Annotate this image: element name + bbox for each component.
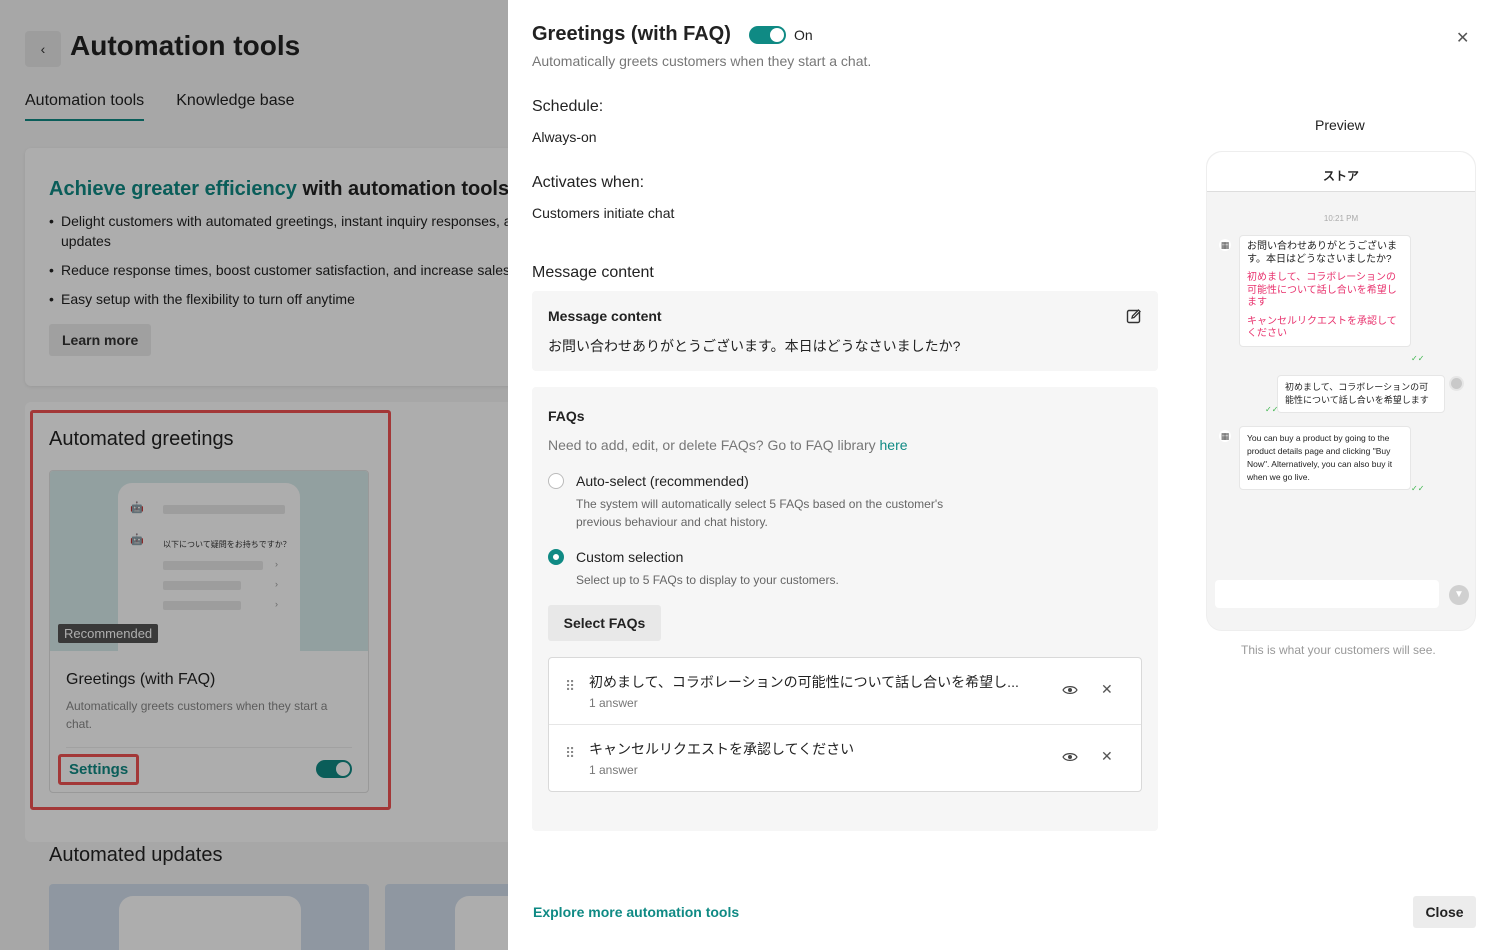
chat-timestamp: 10:21 PM — [1323, 214, 1359, 223]
faqs-box: FAQs Need to add, edit, or delete FAQs? … — [532, 387, 1158, 831]
message-content-box: Message content お問い合わせありがとうございます。本日はどうなさ… — [532, 291, 1158, 371]
read-check-icon: ✓✓ — [1265, 405, 1279, 414]
activates-value: Customers initiate chat — [532, 205, 675, 221]
remove-icon[interactable]: ✕ — [1101, 681, 1113, 698]
faqs-title: FAQs — [548, 408, 585, 424]
send-icon[interactable]: ▼ — [1449, 585, 1469, 605]
auto-select-label[interactable]: Auto-select (recommended) — [576, 473, 749, 489]
drawer-subtitle: Automatically greets customers when they… — [532, 53, 872, 69]
faqs-help: Need to add, edit, or delete FAQs? Go to… — [548, 437, 908, 453]
store-name: ストア — [1207, 152, 1475, 192]
selected-faq-list: ⠿ 初めまして、コラボレーションの可能性について話し合いを希望し... 1 an… — [548, 657, 1142, 792]
edit-icon[interactable] — [1126, 308, 1142, 324]
faq-library-link[interactable]: here — [880, 437, 908, 453]
faq-list-item: ⠿ キャンセルリクエストを承認してください 1 answer ✕ — [549, 724, 1141, 790]
greeting-text: お問い合わせありがとうございます。本日はどうなさいましたか? — [1247, 241, 1397, 265]
faq-answer-count: 1 answer — [589, 763, 638, 777]
faq-question: 初めまして、コラボレーションの可能性について話し合いを希望し... — [589, 674, 1019, 690]
schedule-value: Always-on — [532, 129, 597, 145]
store-icon: ▦ — [1219, 239, 1231, 251]
faqs-help-text: Need to add, edit, or delete FAQs? Go to… — [548, 437, 880, 453]
drag-handle-icon[interactable]: ⠿ — [565, 679, 575, 693]
faq-question: キャンセルリクエストを承認してください — [589, 741, 855, 757]
schedule-label: Schedule: — [532, 98, 604, 115]
select-faqs-button[interactable]: Select FAQs — [548, 605, 661, 641]
eye-icon[interactable] — [1062, 684, 1078, 696]
message-text: お問い合わせありがとうございます。本日はどうなさいましたか? — [548, 338, 961, 354]
message-box-title: Message content — [548, 308, 662, 324]
drag-handle-icon[interactable]: ⠿ — [565, 746, 575, 760]
preview-note: This is what your customers will see. — [1241, 643, 1436, 657]
remove-icon[interactable]: ✕ — [1101, 748, 1113, 765]
read-check-icon: ✓✓ — [1411, 484, 1425, 493]
eye-icon[interactable] — [1062, 751, 1078, 763]
custom-selection-radio[interactable] — [548, 549, 564, 565]
settings-drawer: Greetings (with FAQ) On ✕ Automatically … — [508, 0, 1493, 950]
auto-select-description: The system will automatically select 5 F… — [576, 497, 944, 529]
custom-selection-label[interactable]: Custom selection — [576, 549, 683, 565]
toggle-state-label: On — [794, 27, 813, 43]
drawer-enable-toggle[interactable] — [749, 26, 786, 44]
custom-selection-description: Select up to 5 FAQs to display to your c… — [576, 573, 839, 587]
chat-input[interactable] — [1215, 580, 1439, 608]
message-section-title: Message content — [532, 264, 654, 281]
close-icon[interactable]: ✕ — [1456, 28, 1469, 48]
store-icon: ▦ — [1219, 430, 1231, 442]
explore-more-link[interactable]: Explore more automation tools — [533, 904, 739, 920]
greeting-bubble: お問い合わせありがとうございます。本日はどうなさいましたか? 初めまして、コラボ… — [1239, 235, 1411, 347]
faq-list-item: ⠿ 初めまして、コラボレーションの可能性について話し合いを希望し... 1 an… — [549, 658, 1141, 724]
faq-answer-count: 1 answer — [589, 696, 638, 710]
user-avatar — [1449, 376, 1464, 391]
faq-link[interactable]: キャンセルリクエストを承認してください — [1247, 316, 1403, 341]
preview-title: Preview — [1315, 117, 1365, 133]
chat-preview-phone: ストア 10:21 PM ▦ お問い合わせありがとうございます。本日はどうなさい… — [1206, 151, 1476, 631]
auto-select-radio[interactable] — [548, 473, 564, 489]
read-check-icon: ✓✓ — [1411, 354, 1425, 363]
drawer-title: Greetings (with FAQ) — [532, 23, 731, 45]
user-bubble: 初めまして、コラボレーションの可能性について話し合いを希望します — [1277, 375, 1445, 413]
faq-link[interactable]: 初めまして、コラボレーションの可能性について話し合いを希望します — [1247, 272, 1403, 310]
bot-reply-bubble: You can buy a product by going to the pr… — [1239, 426, 1411, 490]
activates-label: Activates when: — [532, 174, 645, 191]
close-button[interactable]: Close — [1413, 896, 1476, 928]
